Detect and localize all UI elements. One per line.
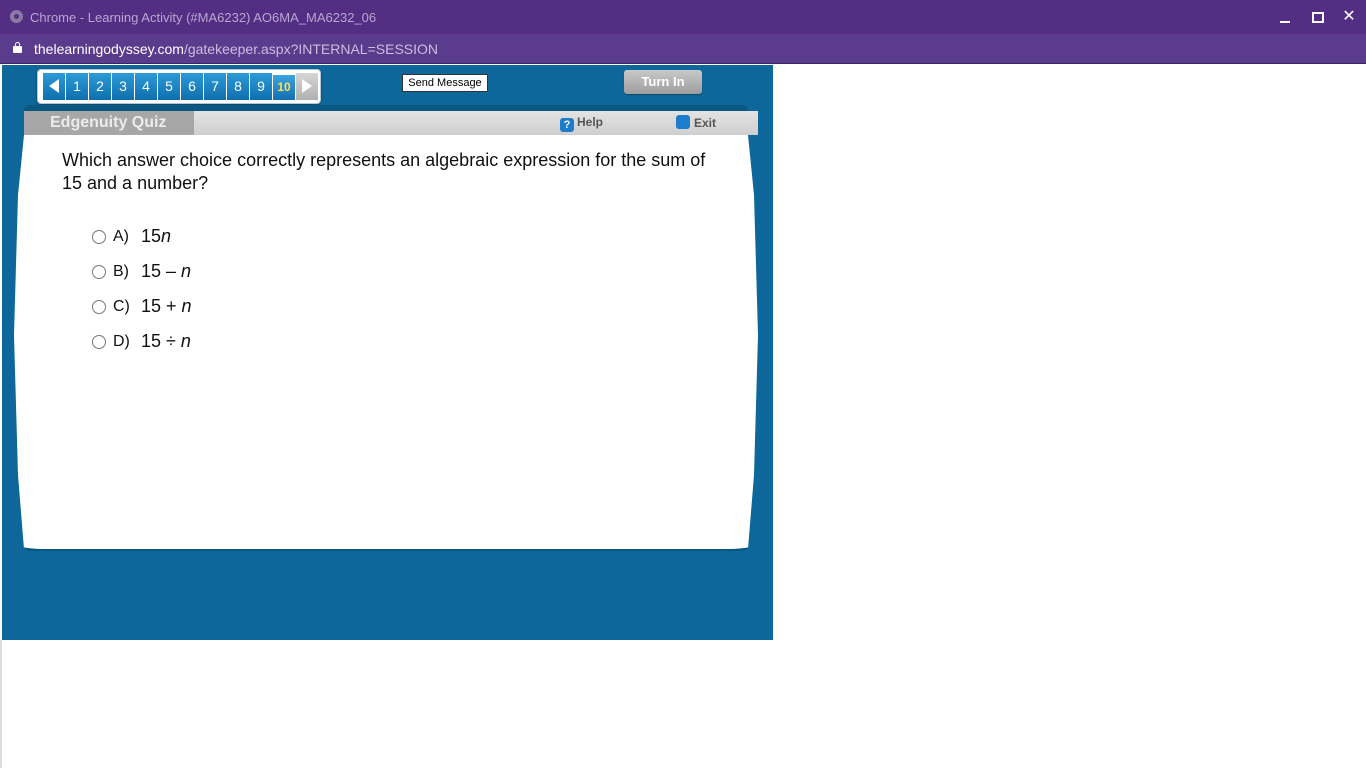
arrow-right-icon <box>302 79 312 93</box>
window-title: Chrome - Learning Activity (#MA6232) AO6… <box>30 10 377 25</box>
quiz-app: 1 2 3 4 5 6 7 8 9 10 Send Message Turn I… <box>2 65 773 640</box>
question-button-3[interactable]: 3 <box>112 73 134 100</box>
help-icon: ? <box>560 118 574 132</box>
url-host: thelearningodyssey.com <box>34 41 184 57</box>
option-text: 15 + n <box>141 296 192 316</box>
answer-option-a[interactable]: A) 15n <box>92 219 192 254</box>
quiz-title: Edgenuity Quiz <box>24 111 194 135</box>
option-text: 15 ÷ n <box>141 331 191 351</box>
question-button-4[interactable]: 4 <box>135 73 157 100</box>
url-path: /gatekeeper.aspx?INTERNAL=SESSION <box>183 41 439 57</box>
answer-options: A) 15n B) 15 – n C) 15 + n D) 15 ÷ n <box>92 219 192 359</box>
turn-in-button[interactable]: Turn In <box>624 70 702 94</box>
radio-button-d[interactable] <box>92 334 106 349</box>
option-letter: C) <box>113 297 130 315</box>
exit-button[interactable]: Exit <box>676 115 716 130</box>
question-button-9[interactable]: 9 <box>250 73 272 100</box>
window-left-border <box>0 640 2 768</box>
question-text: Which answer choice correctly represents… <box>62 150 706 193</box>
close-button[interactable]: ✕ <box>1338 6 1360 28</box>
question-navigator: 1 2 3 4 5 6 7 8 9 10 <box>37 69 321 104</box>
question-button-10-current[interactable]: 10 <box>273 73 295 100</box>
answer-option-b[interactable]: B) 15 – n <box>92 254 192 289</box>
quiz-body: Which answer choice correctly represents… <box>14 135 758 549</box>
option-letter: B) <box>113 262 129 280</box>
minimize-button[interactable] <box>1274 6 1296 28</box>
radio-button-c[interactable] <box>92 299 106 314</box>
previous-question-button[interactable] <box>43 73 65 100</box>
window-titlebar: Chrome - Learning Activity (#MA6232) AO6… <box>0 0 1366 34</box>
address-bar[interactable]: thelearningodyssey.com/gatekeeper.aspx?I… <box>0 34 1366 64</box>
question-button-1[interactable]: 1 <box>66 73 88 100</box>
lock-icon <box>13 42 22 53</box>
question-button-8[interactable]: 8 <box>227 73 249 100</box>
option-letter: D) <box>113 332 130 350</box>
radio-button-a[interactable] <box>92 229 106 244</box>
url-text[interactable]: thelearningodyssey.com/gatekeeper.aspx?I… <box>34 41 438 57</box>
question-button-2[interactable]: 2 <box>89 73 111 100</box>
exit-label: Exit <box>694 116 717 130</box>
question-button-6[interactable]: 6 <box>181 73 203 100</box>
exit-icon <box>676 115 690 129</box>
option-letter: A) <box>113 227 129 245</box>
option-text: 15 – n <box>141 261 192 281</box>
radio-button-b[interactable] <box>92 264 106 279</box>
quiz-header: Edgenuity Quiz ? Help Exit <box>24 111 758 135</box>
quiz-panel: Edgenuity Quiz ? Help Exit Which answer c… <box>10 111 762 549</box>
option-text: 15n <box>141 226 172 246</box>
arrow-left-icon <box>49 79 59 93</box>
help-button[interactable]: ? Help <box>560 115 603 132</box>
answer-option-c[interactable]: C) 15 + n <box>92 289 192 324</box>
send-message-button[interactable]: Send Message <box>402 74 488 92</box>
help-label: Help <box>577 115 604 129</box>
answer-option-d[interactable]: D) 15 ÷ n <box>92 324 192 359</box>
maximize-button[interactable] <box>1306 6 1328 28</box>
question-button-5[interactable]: 5 <box>158 73 180 100</box>
next-question-button[interactable] <box>296 73 318 100</box>
question-button-7[interactable]: 7 <box>204 73 226 100</box>
chrome-icon <box>10 10 23 23</box>
